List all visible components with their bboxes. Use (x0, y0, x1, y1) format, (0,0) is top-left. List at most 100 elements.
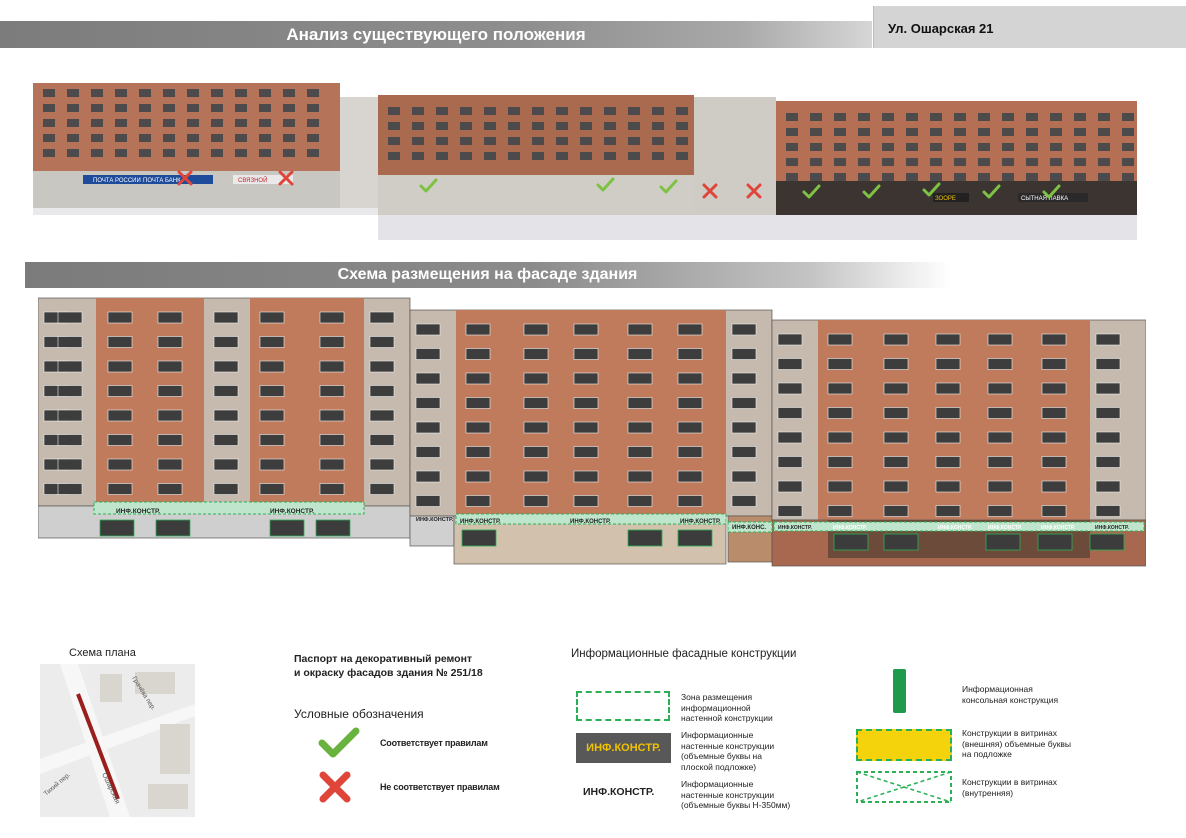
section-title: Схема размещения на фасаде здания (337, 266, 638, 283)
storefront-window (1089, 533, 1125, 551)
photo-window (163, 104, 175, 112)
photo-window (67, 119, 79, 127)
photo-window (1002, 113, 1014, 121)
photo-window (1026, 143, 1038, 151)
elevation-window (731, 348, 757, 360)
elevation-window (57, 336, 83, 348)
elevation-window (987, 456, 1013, 468)
elevation-window (465, 495, 491, 507)
elevation-window (777, 382, 803, 395)
elevation-window (627, 421, 653, 434)
photo-window (580, 152, 592, 160)
info-title: Информационные фасадные конструкции (571, 648, 797, 660)
photo-window (978, 143, 990, 151)
photo-window (43, 104, 55, 112)
photo-window (1050, 158, 1062, 166)
console-line: консольная конструкция (962, 694, 1059, 705)
elevation-window (827, 431, 853, 444)
photo-window (211, 104, 223, 112)
photo-window (139, 119, 151, 127)
elevation-window (319, 458, 345, 471)
elevation-window (935, 480, 961, 493)
vitrine-inner-description: Конструкции в витринах (внутренняя) (962, 777, 1102, 798)
photo-window (954, 158, 966, 166)
photo-window (652, 107, 664, 115)
elevation-window (827, 456, 853, 468)
photo-window (235, 149, 247, 157)
elevation-window (731, 323, 757, 336)
photo-window (412, 137, 424, 145)
check-icon (318, 727, 360, 758)
photo-sign-lavka: СЫТНАЯ ЛАВКА (1021, 196, 1068, 202)
photo-window (858, 113, 870, 121)
photo-window (604, 107, 616, 115)
photo-window (652, 122, 664, 130)
photo-window (43, 119, 55, 127)
photo-window (652, 137, 664, 145)
elevation-window (883, 382, 909, 395)
elevation-window (157, 409, 183, 422)
photo-window (43, 134, 55, 142)
elevation-window (1041, 382, 1067, 395)
photo-window (388, 137, 400, 145)
elevation-window (627, 348, 653, 360)
photo-window (652, 152, 664, 160)
elevation-window (57, 483, 83, 495)
elevation-window (157, 434, 183, 446)
elevation-window (627, 470, 653, 483)
photo-window (460, 107, 472, 115)
photo-window (43, 149, 55, 157)
elev-sign-label: ИНФ.КОНСТР. (1041, 525, 1076, 531)
elevation-window (677, 470, 703, 483)
photo-window (283, 134, 295, 142)
vout-line: (внешняя) объемные буквы (962, 738, 1072, 749)
elevation-window (935, 358, 961, 370)
elevation-window (259, 385, 285, 397)
elevation-window (369, 409, 395, 422)
elev-sign-label: ИНФ.КОНСТР. (1095, 525, 1130, 531)
flat-sign-swatch: ИНФ.КОНСТР. (576, 733, 671, 763)
photo-window (1098, 128, 1110, 136)
photo-window (259, 119, 271, 127)
elevation-window (213, 483, 239, 495)
elevation-window (627, 446, 653, 458)
photo-window (786, 173, 798, 181)
elevation-window (319, 385, 345, 397)
photo-window (1122, 128, 1134, 136)
photo-window (858, 143, 870, 151)
elevation-window (523, 348, 549, 360)
elevation-window (987, 382, 1013, 395)
legend-bad-text: Не соответствует правилам (380, 782, 500, 792)
photo-window (283, 149, 295, 157)
zone-swatch (576, 691, 670, 721)
page-title: Анализ существующего положения (286, 25, 586, 44)
photo-window (259, 149, 271, 157)
elev-sign-label: ИНФ.КОНСТР. (116, 508, 160, 515)
photo-window (235, 134, 247, 142)
elevation-window (465, 372, 491, 385)
photo-window (1002, 173, 1014, 181)
elevation-window (523, 470, 549, 483)
elevation-window (987, 480, 1013, 493)
elevation-window (1041, 431, 1067, 444)
photo-sign-svyaznoy: СВЯЗНОЙ (238, 176, 267, 184)
elevation-window (107, 385, 133, 397)
photo-window (906, 173, 918, 181)
photo-window (556, 137, 568, 145)
elevation-window (523, 372, 549, 385)
elevation-window (1041, 456, 1067, 468)
elevation-window (677, 421, 703, 434)
flat-line: Информационные (681, 730, 754, 740)
photo-window (556, 152, 568, 160)
photo-window (930, 113, 942, 121)
photo-window (259, 104, 271, 112)
photo-window (436, 137, 448, 145)
elevation-window (415, 446, 441, 458)
photo-window (259, 134, 271, 142)
photo-window (1050, 113, 1062, 121)
photo-window (978, 173, 990, 181)
elevation-window (777, 358, 803, 370)
elevation-window (57, 360, 83, 373)
elevation-window (1041, 407, 1067, 419)
elevation-window (827, 358, 853, 370)
